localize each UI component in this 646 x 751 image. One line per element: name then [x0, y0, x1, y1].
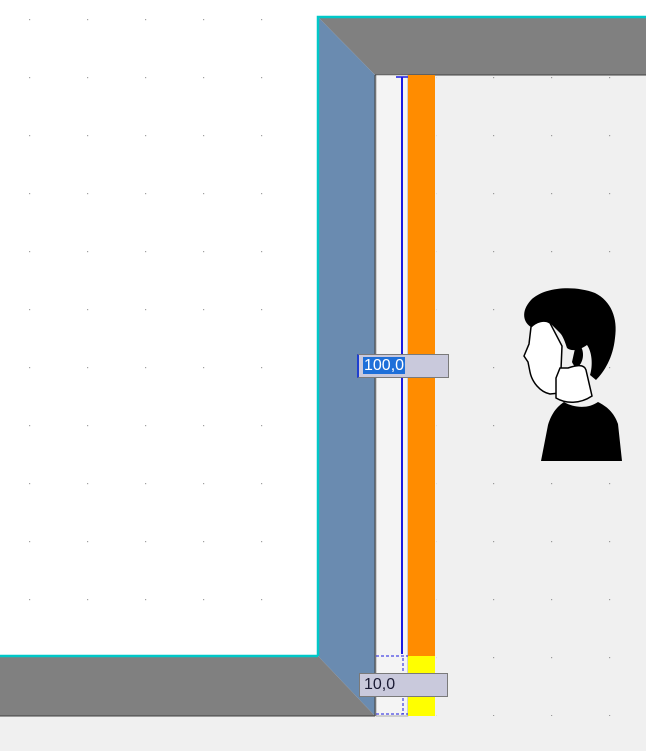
- dimension-value-bottom-offset: 10,0: [364, 676, 396, 693]
- room-floor-grid: [436, 75, 646, 716]
- insulation-strip[interactable]: [375, 74, 409, 717]
- dimension-input-bottom-offset[interactable]: 10,0: [359, 673, 448, 697]
- dimension-value-wall-height: 100,0: [363, 357, 406, 374]
- dimension-input-wall-height[interactable]: 100,0: [357, 354, 449, 378]
- outer-area-grid: [0, 0, 318, 656]
- bottom-wall[interactable]: [0, 656, 375, 716]
- top-wall[interactable]: [318, 17, 646, 75]
- drawing-canvas[interactable]: [0, 0, 646, 751]
- lower-floor: [0, 716, 646, 751]
